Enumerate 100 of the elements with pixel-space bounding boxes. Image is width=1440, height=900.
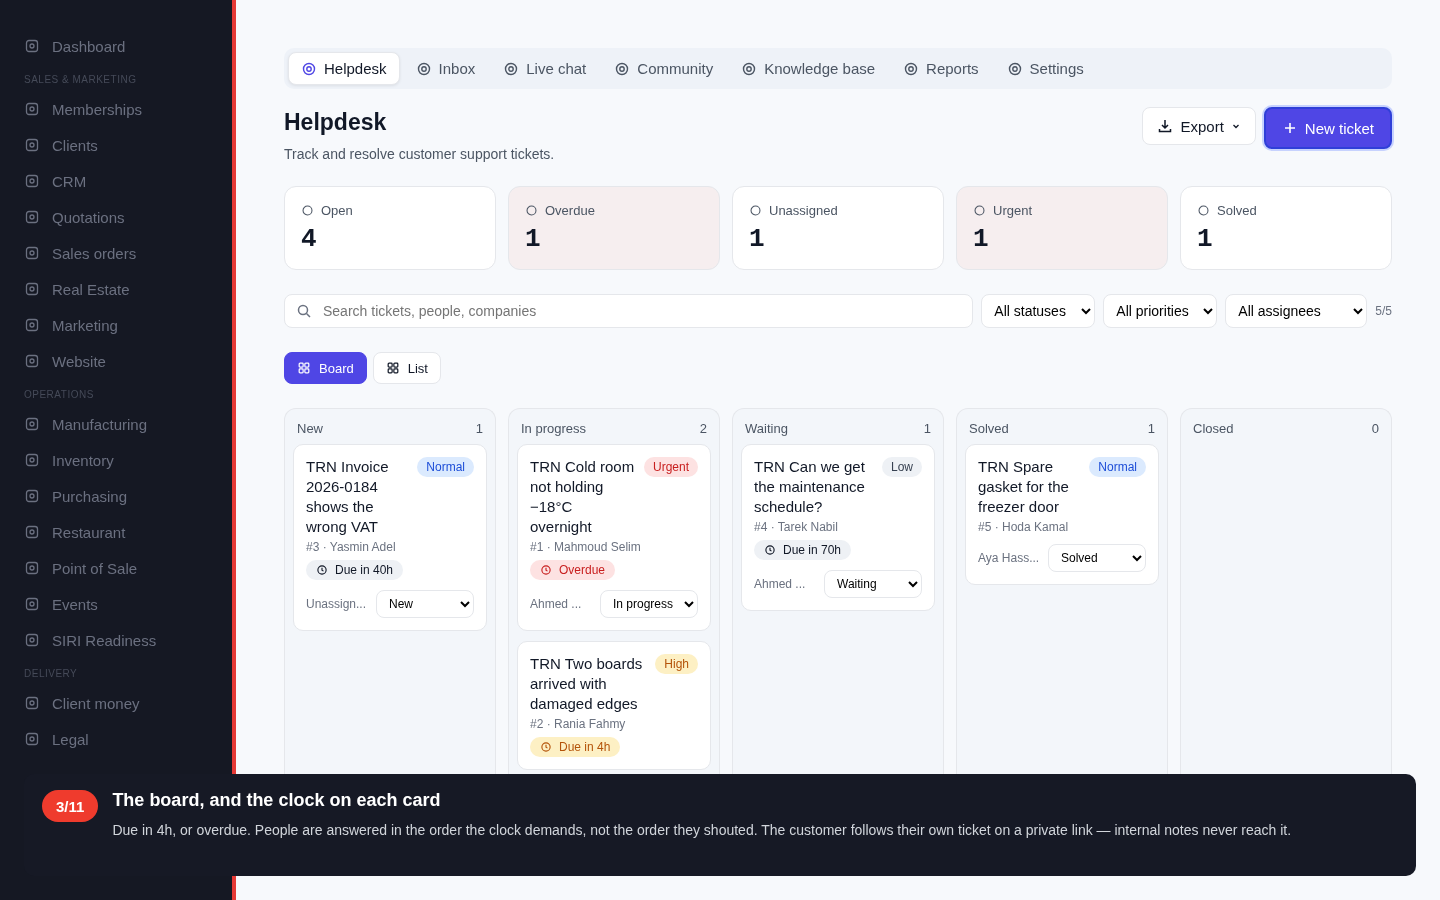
sidebar-item[interactable]: Memberships [24, 91, 232, 127]
target-icon [503, 60, 520, 77]
stat-label: Open [321, 203, 353, 218]
tour-text: Due in 4h, or overdue. People are answered in the order the clock demands, not the order they shouted. The customer follows their own ticket on a private link — internal notes never reach it. [112, 821, 1292, 840]
status-select[interactable]: In progress [600, 590, 698, 618]
module-icon [24, 101, 40, 117]
column-title: Waiting [745, 421, 788, 436]
module-icon [24, 731, 40, 747]
sidebar-item[interactable]: Events [24, 586, 232, 622]
target-icon [1006, 60, 1023, 77]
sidebar-item[interactable]: Dashboard [24, 28, 232, 64]
ticket-meta: #1 · Mahmoud Selim [530, 540, 642, 554]
module-icon [24, 488, 40, 504]
view-toggle[interactable]: Board [284, 352, 367, 384]
status-select[interactable]: Waiting [824, 570, 922, 598]
due-chip: Overdue [530, 560, 616, 580]
circle-icon [1197, 204, 1210, 217]
step-badge: 3/11 [42, 790, 99, 822]
search-field[interactable]: Search tickets, people, companies [284, 294, 974, 328]
assignee-name: Unassign... [306, 597, 367, 611]
module-icon [24, 245, 40, 261]
assignee-filter[interactable]: All assignees [1225, 294, 1368, 328]
tab[interactable]: Reports [891, 52, 991, 85]
ticket-title: TRN Two boards arrived with damaged edges [530, 654, 644, 714]
ticket-title: TRN Invoice 2026-0184 shows the wrong VAT [306, 457, 390, 537]
stat-label: Urgent [993, 203, 1033, 218]
sidebar-item[interactable]: Inventory [24, 442, 232, 478]
column-count: 1 [923, 421, 931, 436]
sidebar-item[interactable]: Restaurant [24, 514, 232, 550]
target-icon [614, 60, 631, 77]
module-icon [24, 353, 40, 369]
grid-icon [297, 361, 311, 375]
module-icon [24, 695, 40, 711]
ticket-meta: #5 · Hoda Kamal [978, 520, 1070, 534]
ticket-card[interactable]: TRN Cold room not holding −18°C overnight Urgent #1 · Mahmoud Selim Overdue Ahmed ... In progress [517, 444, 711, 631]
priority-tag: Normal [1089, 457, 1146, 477]
stat-value: 1 [749, 224, 766, 254]
circle-icon [973, 204, 986, 217]
page-subtitle: Track and resolve customer support tickets. [284, 146, 555, 162]
status-select[interactable]: Solved [1048, 544, 1146, 572]
priority-tag: High [655, 654, 698, 674]
circle-icon [749, 204, 762, 217]
sidebar-item[interactable]: SIRI Readiness [24, 622, 232, 658]
ticket-meta: #3 · Yasmin Adel [306, 540, 397, 554]
tab[interactable]: Live chat [491, 52, 599, 85]
tab[interactable]: Settings [994, 52, 1096, 85]
tab[interactable]: Helpdesk [288, 52, 400, 85]
clock-icon [540, 564, 552, 576]
clock-icon [316, 564, 328, 576]
module-icon [24, 596, 40, 612]
new-ticket-button[interactable]: New ticket [1263, 107, 1392, 149]
view-toggle[interactable]: List [372, 352, 441, 384]
status-filter[interactable]: All statuses [981, 294, 1096, 328]
result-count: 5/5 [1375, 304, 1392, 318]
stat-value: 1 [1197, 224, 1214, 254]
column-title: In progress [521, 421, 587, 436]
sidebar-item[interactable]: Client money [24, 685, 232, 721]
ticket-card[interactable]: TRN Invoice 2026-0184 shows the wrong VAT Normal #3 · Yasmin Adel Due in 40h Unassign... New [293, 444, 487, 631]
sidebar-item[interactable]: Quotations [24, 199, 232, 235]
ticket-card[interactable]: TRN Two boards arrived with damaged edges High #2 · Rania Fahmy Due in 4h [517, 641, 711, 770]
sidebar-item[interactable]: Manufacturing [24, 406, 232, 442]
assignee-name: Ahmed ... [530, 597, 582, 611]
sidebar-item[interactable]: Clients [24, 127, 232, 163]
module-icon [24, 452, 40, 468]
sidebar-item[interactable]: Point of Sale [24, 550, 232, 586]
priority-tag: Urgent [643, 457, 698, 477]
clock-icon [540, 741, 552, 753]
ticket-card[interactable]: TRN Can we get the maintenance schedule? Low #4 · Tarek Nabil Due in 70h Ahmed ... Waiting [741, 444, 935, 611]
ticket-meta: #2 · Rania Fahmy [530, 717, 627, 731]
due-chip: Due in 40h [306, 560, 404, 580]
grid-icon [385, 361, 400, 375]
priority-tag: Low [882, 457, 922, 477]
sidebar-item[interactable]: Website [24, 343, 232, 379]
module-icon [24, 524, 40, 540]
ticket-title: TRN Cold room not holding −18°C overnight [530, 457, 636, 537]
stat-value: 4 [301, 224, 318, 254]
tab[interactable]: Knowledge base [729, 52, 888, 85]
column-title: Closed [1193, 421, 1234, 436]
export-button[interactable]: Export [1142, 107, 1256, 145]
ticket-meta: #4 · Tarek Nabil [754, 520, 839, 534]
priority-tag: Normal [417, 457, 474, 477]
tab[interactable]: Community [602, 52, 726, 85]
ticket-card[interactable]: TRN Spare gasket for the freezer door Normal #5 · Hoda Kamal Aya Hass... Solved [965, 444, 1159, 585]
tab[interactable]: Inbox [403, 52, 488, 85]
module-icon [24, 38, 40, 54]
column-count: 1 [1147, 421, 1155, 436]
priority-filter[interactable]: All priorities [1103, 294, 1218, 328]
sidebar-item[interactable]: Marketing [24, 307, 232, 343]
target-icon [415, 60, 432, 77]
sidebar-item[interactable]: Legal [24, 721, 232, 757]
module-icon [24, 281, 40, 297]
sidebar-item[interactable]: Purchasing [24, 478, 232, 514]
status-select[interactable]: New [376, 590, 474, 618]
sidebar-item[interactable]: Real Estate [24, 271, 232, 307]
module-icon [24, 173, 40, 189]
sidebar-item[interactable]: CRM [24, 163, 232, 199]
ticket-title: TRN Can we get the maintenance schedule? [754, 457, 866, 517]
column-count: 1 [475, 421, 483, 436]
sidebar-item[interactable]: Sales orders [24, 235, 232, 271]
assignee-name: Ahmed ... [754, 577, 806, 591]
